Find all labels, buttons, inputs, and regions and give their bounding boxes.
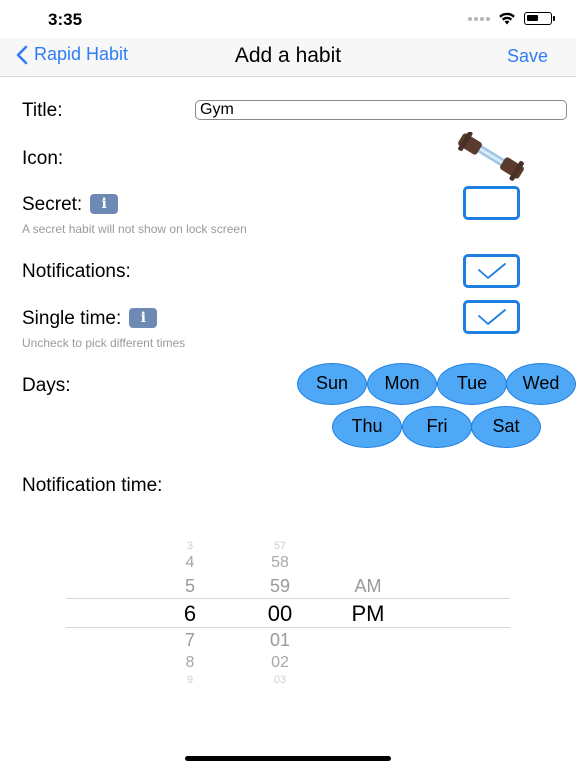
single-time-checkbox[interactable] xyxy=(463,300,520,334)
day-mon-button[interactable]: Mon xyxy=(367,363,437,405)
time-picker[interactable]: 3 4 5 6 7 8 9 57 58 59 00 01 02 03 AM PM xyxy=(66,538,510,690)
single-time-label: Single time: i xyxy=(22,308,158,330)
checkmark-icon xyxy=(478,263,506,279)
minute-option[interactable]: 59 xyxy=(250,576,310,597)
signal-icon xyxy=(468,16,490,21)
period-option-selected[interactable]: PM xyxy=(338,601,398,627)
title-label: Title: xyxy=(22,100,63,121)
minute-option[interactable]: 03 xyxy=(250,674,310,686)
day-wed-button[interactable]: Wed xyxy=(506,363,576,405)
checkmark-icon xyxy=(478,309,506,325)
hour-option[interactable]: 3 xyxy=(160,540,220,552)
single-time-hint: Uncheck to pick different times xyxy=(22,336,186,350)
status-icons xyxy=(468,12,555,25)
day-thu-button[interactable]: Thu xyxy=(332,406,402,448)
day-sun-button[interactable]: Sun xyxy=(297,363,367,405)
minute-option[interactable]: 57 xyxy=(250,540,310,552)
days-label: Days: xyxy=(22,375,71,396)
day-fri-button[interactable]: Fri xyxy=(402,406,472,448)
home-indicator[interactable] xyxy=(185,756,391,761)
picker-selection-line-top xyxy=(66,598,510,599)
notifications-label: Notifications: xyxy=(22,261,131,282)
hour-option[interactable]: 5 xyxy=(160,576,220,597)
secret-label: Secret: i xyxy=(22,194,119,216)
day-tue-button[interactable]: Tue xyxy=(437,363,507,405)
icon-label: Icon: xyxy=(22,148,64,169)
info-icon[interactable]: i xyxy=(129,308,158,328)
hour-option[interactable]: 9 xyxy=(160,674,220,686)
status-time: 3:35 xyxy=(48,10,83,29)
period-option[interactable]: AM xyxy=(338,576,398,597)
secret-hint: A secret habit will not show on lock scr… xyxy=(22,222,247,236)
single-time-label-text: Single time: xyxy=(22,308,122,329)
minute-option[interactable]: 02 xyxy=(250,654,310,672)
weight-lifting-dumbbell-icon[interactable] xyxy=(456,132,530,182)
wifi-icon xyxy=(499,12,515,25)
minute-option[interactable]: 01 xyxy=(250,630,310,651)
page-title: Add a habit xyxy=(234,44,342,67)
notification-time-label: Notification time: xyxy=(22,475,163,496)
minute-option[interactable]: 58 xyxy=(250,554,310,572)
title-input[interactable] xyxy=(195,100,567,120)
navigation-bar: Rapid Habit Add a habit Save xyxy=(0,38,576,77)
hour-option[interactable]: 7 xyxy=(160,630,220,651)
picker-selection-line-bottom xyxy=(66,627,510,628)
minute-option-selected[interactable]: 00 xyxy=(250,601,310,627)
notifications-checkbox[interactable] xyxy=(463,254,520,288)
hour-option[interactable]: 4 xyxy=(160,554,220,572)
secret-label-text: Secret: xyxy=(22,194,83,215)
status-bar: 3:35 xyxy=(0,0,576,40)
hour-option-selected[interactable]: 6 xyxy=(160,601,220,627)
secret-checkbox[interactable] xyxy=(463,186,520,220)
day-sat-button[interactable]: Sat xyxy=(471,406,541,448)
battery-icon xyxy=(524,12,555,25)
hour-option[interactable]: 8 xyxy=(160,654,220,672)
save-button[interactable]: Save xyxy=(507,46,548,67)
info-icon[interactable]: i xyxy=(90,194,119,214)
